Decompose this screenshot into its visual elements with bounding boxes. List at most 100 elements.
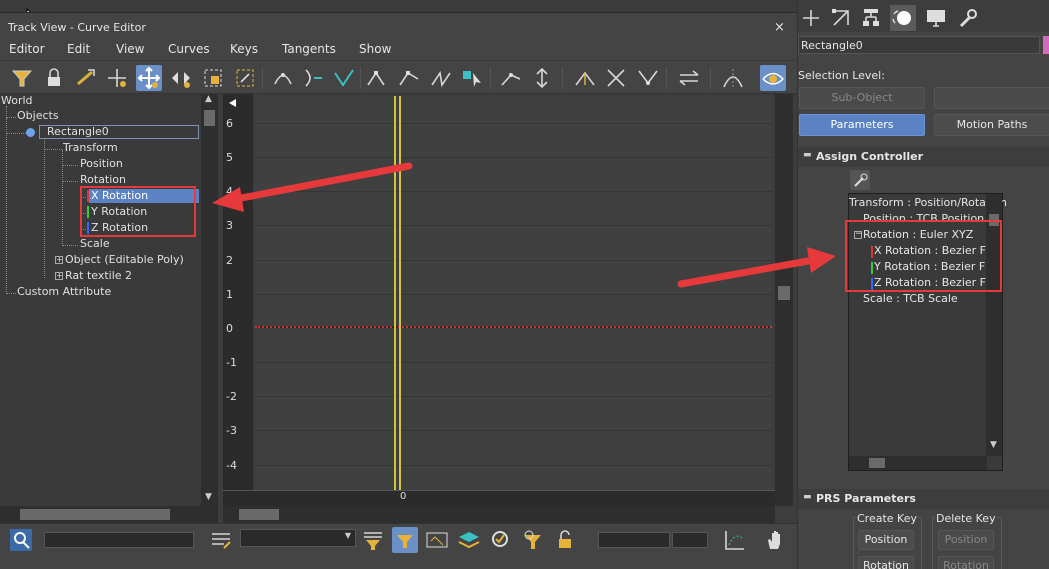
tree-rectangle[interactable]: Rectangle0	[47, 125, 109, 139]
menu-bar: Editor Edit View Curves Keys Tangents Sh…	[0, 40, 797, 60]
move-keys-active-icon[interactable]	[136, 65, 162, 91]
filter-selected-icon[interactable]	[392, 527, 418, 553]
show-image-icon[interactable]	[424, 527, 450, 553]
controller-list-hscrollbar[interactable]	[849, 456, 987, 470]
layers-icon[interactable]	[456, 527, 482, 553]
tree-horizontal-scrollbar[interactable]	[0, 506, 218, 523]
assign-controller-rollout-header[interactable]: ▬ Assign Controller	[798, 147, 1049, 167]
gridline	[255, 157, 772, 158]
tree-rat-textile[interactable]: Rat textile 2	[65, 269, 132, 283]
y-tick-0: 0	[226, 322, 233, 335]
scale-keys-icon[interactable]	[200, 65, 226, 91]
annotation-box-controllers	[845, 220, 1002, 292]
graph-horizontal-scrollbar[interactable]	[223, 506, 775, 523]
track-view-window: Track View - Curve Editor × Editor Edit …	[0, 0, 797, 569]
gridline	[255, 465, 772, 466]
menu-editor[interactable]: Editor	[9, 42, 45, 56]
reduce-keys-icon[interactable]	[331, 65, 357, 91]
filter-icon[interactable]	[9, 65, 35, 91]
expand-rat-icon[interactable]: +	[55, 272, 63, 280]
object-color-swatch[interactable]	[1043, 36, 1049, 54]
parameters-button[interactable]: Parameters	[799, 114, 925, 136]
tangent-custom-icon[interactable]	[396, 65, 422, 91]
slide-keys-icon[interactable]	[168, 65, 194, 91]
edit-list-icon[interactable]	[208, 527, 234, 553]
bottom-toolbar: ▼	[0, 523, 797, 569]
filter-list-icon[interactable]	[360, 527, 386, 553]
y-tick-minus-4: -4	[226, 459, 237, 472]
selection-set-dropdown[interactable]: ▼	[240, 529, 356, 547]
time-slider-line-right[interactable]	[399, 96, 401, 506]
assign-controller-icon[interactable]	[850, 170, 870, 190]
tree-objects[interactable]: Objects	[17, 109, 59, 123]
show-tangents-icon[interactable]	[720, 65, 746, 91]
delete-position-key-button[interactable]: Position	[938, 530, 994, 550]
menu-tangents[interactable]: Tangents	[282, 42, 336, 56]
tree-custom-attribute[interactable]: Custom Attribute	[17, 285, 111, 299]
y-tick-4: 4	[226, 185, 233, 198]
motion-paths-button[interactable]: Motion Paths	[934, 114, 1049, 136]
close-button[interactable]: ×	[774, 20, 785, 35]
modify-tab-icon[interactable]	[828, 5, 854, 31]
display-tab-icon[interactable]	[923, 5, 949, 31]
show-handles-icon[interactable]	[603, 65, 629, 91]
motion-tab-icon[interactable]	[890, 5, 916, 31]
menu-show[interactable]: Show	[359, 42, 391, 56]
x-rotation-curve[interactable]	[255, 326, 772, 328]
sub-object-button[interactable]: Sub-Object	[799, 87, 925, 109]
y-tick-1: 1	[226, 288, 233, 301]
curve-editor-toolbar	[0, 60, 797, 94]
show-curves-active-icon[interactable]	[760, 65, 786, 91]
expand-object-icon[interactable]: +	[55, 256, 63, 264]
parameter-curve-out-icon[interactable]	[676, 65, 702, 91]
lock-icon[interactable]	[552, 527, 578, 553]
ctrl-scale[interactable]: Scale : TCB Scale	[863, 292, 958, 306]
scale-values-icon[interactable]	[232, 65, 258, 91]
break-tangents-icon[interactable]	[498, 65, 524, 91]
menu-curves[interactable]: Curves	[168, 42, 210, 56]
zoom-region-icon[interactable]	[488, 527, 514, 553]
lock-tangents-icon[interactable]	[572, 65, 598, 91]
tree-position[interactable]: Position	[80, 157, 123, 171]
prs-parameters-rollout-header[interactable]: ▬ PRS Parameters	[798, 489, 1049, 509]
draw-curves-icon[interactable]	[300, 65, 326, 91]
menu-keys[interactable]: Keys	[230, 42, 258, 56]
y-tick-5: 5	[226, 151, 233, 164]
move-keys-icon[interactable]	[104, 65, 130, 91]
menu-view[interactable]: View	[116, 42, 144, 56]
create-rotation-key-button[interactable]: Rotation	[858, 556, 914, 569]
zoom-search-icon[interactable]	[8, 527, 34, 553]
hierarchy-tab-icon[interactable]	[858, 5, 884, 31]
show-keyable-icon[interactable]	[635, 65, 661, 91]
create-tab-icon[interactable]	[798, 5, 824, 31]
ctrl-position[interactable]: Position : TCB Position	[863, 212, 984, 220]
snap-frames-icon[interactable]	[73, 65, 99, 91]
menu-edit[interactable]: Edit	[67, 42, 90, 56]
tangent-fast-icon[interactable]	[428, 65, 454, 91]
utilities-tab-icon[interactable]	[955, 5, 981, 31]
frame-field[interactable]	[598, 532, 670, 548]
unify-tangents-icon[interactable]	[529, 65, 555, 91]
zoom-extents-icon[interactable]	[722, 527, 748, 553]
tangent-auto-icon[interactable]	[364, 65, 390, 91]
delete-rotation-key-button[interactable]: Rotation	[938, 556, 994, 569]
pan-hand-icon[interactable]	[762, 527, 788, 553]
add-keys-icon[interactable]	[270, 65, 296, 91]
tree-object-editable-poly[interactable]: Object (Editable Poly)	[65, 253, 184, 267]
graph-vertical-scrollbar[interactable]	[775, 94, 793, 506]
time-slider-line-left[interactable]	[394, 96, 396, 506]
time-ruler	[223, 490, 775, 506]
tree-scale[interactable]: Scale	[80, 237, 110, 251]
tree-vertical-scrollbar[interactable]: ▲ ▼	[201, 94, 218, 506]
object-name-field[interactable]: Rectangle0	[798, 36, 1040, 54]
create-position-key-button[interactable]: Position	[858, 530, 914, 550]
sub-object-dropdown[interactable]	[934, 87, 1049, 109]
tangent-select-icon[interactable]	[459, 65, 485, 91]
name-filter-field[interactable]	[44, 532, 194, 548]
tree-transform[interactable]: Transform	[63, 141, 118, 155]
tree-rotation[interactable]: Rotation	[80, 173, 126, 187]
isolate-curve-icon[interactable]	[520, 527, 546, 553]
ctrl-transform[interactable]: Transform : Position/Rotation	[849, 196, 1007, 210]
lock-selection-icon[interactable]	[41, 65, 67, 91]
value-field[interactable]	[672, 532, 708, 548]
